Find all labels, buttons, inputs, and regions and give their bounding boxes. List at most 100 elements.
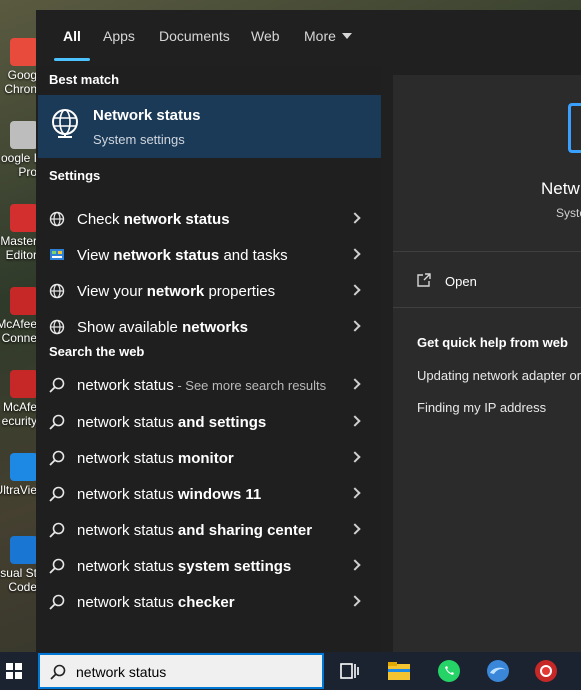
- desktop-shortcut-label: isual St Code: [0, 566, 37, 594]
- task-view-icon[interactable]: [336, 658, 362, 684]
- tab-web[interactable]: Web: [251, 28, 280, 44]
- tab-more[interactable]: More: [304, 28, 352, 44]
- chevron-right-icon: [349, 415, 361, 427]
- taskbar: [0, 652, 581, 690]
- label-line: Pro: [18, 165, 37, 179]
- desktop-shortcut[interactable]: Master Editor: [0, 204, 40, 284]
- label-highlight: checker: [173, 594, 235, 611]
- whatsapp-icon[interactable]: [436, 658, 462, 684]
- tab-apps[interactable]: Apps: [103, 28, 135, 44]
- divider: [393, 251, 581, 252]
- desktop-shortcut[interactable]: oogle I Pro: [0, 121, 40, 201]
- label-part: and tasks: [219, 247, 288, 264]
- label-highlight: network: [146, 283, 205, 300]
- chevron-right-icon: [349, 559, 361, 571]
- web-result[interactable]: network status and sharing center: [36, 513, 381, 549]
- desktop-shortcut[interactable]: McAfe ecurity: [0, 370, 40, 450]
- search-tabs: All Apps Documents Web More: [36, 10, 581, 66]
- preview-title: Netw: [541, 179, 580, 198]
- desktop-shortcut-label: oogle I Pro: [0, 151, 37, 179]
- best-match-title: Network status: [93, 107, 201, 124]
- settings-result[interactable]: Show available networks: [36, 310, 381, 346]
- web-result-see-more[interactable]: network status - See more search results: [36, 368, 381, 404]
- web-heading: Search the web: [49, 344, 145, 359]
- settings-result[interactable]: Check network status: [36, 202, 381, 238]
- desktop-shortcut[interactable]: isual St Code: [0, 536, 40, 616]
- web-result-label: network status monitor: [77, 450, 234, 467]
- settings-heading: Settings: [49, 168, 101, 183]
- label-highlight: and settings: [173, 414, 267, 431]
- search-icon: [49, 522, 65, 538]
- label-line: McAfee: [0, 317, 37, 331]
- file-explorer-icon[interactable]: [386, 658, 412, 684]
- caret-down-icon: [341, 33, 352, 39]
- web-result[interactable]: network status and settings: [36, 405, 381, 441]
- web-result[interactable]: network status monitor: [36, 441, 381, 477]
- chevron-right-icon: [349, 284, 361, 296]
- app-icon: [10, 536, 38, 564]
- quick-help-heading: Get quick help from web: [417, 335, 568, 350]
- label-line: Code: [8, 580, 37, 594]
- search-input[interactable]: [76, 662, 316, 682]
- label-part: properties: [204, 283, 276, 300]
- browser-icon[interactable]: [485, 658, 511, 684]
- settings-result[interactable]: View network status and tasks: [36, 238, 381, 274]
- search-icon: [50, 664, 66, 680]
- desktop-shortcut-label: McAfe ecurity: [0, 400, 37, 428]
- label-line: isual St: [0, 566, 37, 580]
- settings-result-label: View network status and tasks: [77, 247, 288, 264]
- search-icon: [49, 377, 65, 393]
- open-label: Open: [445, 274, 477, 289]
- best-match-subtitle: System settings: [93, 132, 185, 147]
- web-result-text: network status: [77, 377, 174, 394]
- label-part: Show available: [77, 319, 183, 336]
- label-part: network status: [77, 486, 174, 503]
- desktop-shortcut[interactable]: McAfee Conne: [0, 287, 40, 367]
- chevron-right-icon: [349, 248, 361, 260]
- web-result[interactable]: network status checker: [36, 585, 381, 621]
- label-line: McAfe: [2, 400, 37, 414]
- web-result[interactable]: network status windows 11: [36, 477, 381, 513]
- chevron-right-icon: [349, 378, 361, 390]
- settings-result[interactable]: View your network properties: [36, 274, 381, 310]
- desktop-shortcut[interactable]: Goog Chron: [0, 38, 40, 118]
- open-external-icon: [417, 273, 431, 287]
- globe-icon: [49, 319, 65, 335]
- windows-start-icon[interactable]: [6, 663, 22, 679]
- network-globe-icon: [568, 103, 581, 153]
- label-line: Editor: [5, 248, 37, 262]
- taskbar-search-box[interactable]: [38, 653, 324, 689]
- web-result-label: network status - See more search results: [77, 377, 326, 394]
- settings-result-label: View your network properties: [77, 283, 275, 300]
- app-icon: [10, 287, 38, 315]
- label-highlight: network status: [113, 247, 220, 264]
- label-part: network status: [77, 558, 174, 575]
- tab-all[interactable]: All: [63, 28, 81, 44]
- chevron-right-icon: [349, 451, 361, 463]
- web-result[interactable]: network status system settings: [36, 549, 381, 585]
- best-match-heading: Best match: [49, 72, 120, 87]
- desktop-shortcut-label: Master Editor: [0, 234, 37, 262]
- label-highlight: and sharing center: [173, 522, 313, 539]
- preview-subtitle: Syste: [556, 206, 581, 220]
- desktop-shortcut[interactable]: UltraVie: [0, 453, 40, 533]
- app-icon: [10, 204, 38, 232]
- label-part: network status: [77, 450, 174, 467]
- desktop-shortcut-label: Goog Chron: [0, 68, 37, 96]
- app-icon: [10, 121, 38, 149]
- web-result-hint: - See more search results: [173, 378, 327, 393]
- globe-icon: [49, 283, 65, 299]
- recorder-icon[interactable]: [533, 658, 559, 684]
- web-result-label: network status system settings: [77, 558, 291, 575]
- preview-pane: Netw Syste Open Get quick help from web …: [393, 75, 581, 652]
- best-match-item[interactable]: Network status System settings: [38, 95, 381, 158]
- desktop-shortcut-label: UltraVie: [0, 483, 37, 497]
- help-link[interactable]: Updating network adapter or: [417, 368, 581, 383]
- search-icon: [49, 594, 65, 610]
- app-icon: [10, 370, 38, 398]
- tab-documents[interactable]: Documents: [159, 28, 230, 44]
- search-icon: [49, 486, 65, 502]
- label-highlight: windows 11: [173, 486, 262, 503]
- help-link[interactable]: Finding my IP address: [417, 400, 546, 415]
- label-highlight: monitor: [173, 450, 234, 467]
